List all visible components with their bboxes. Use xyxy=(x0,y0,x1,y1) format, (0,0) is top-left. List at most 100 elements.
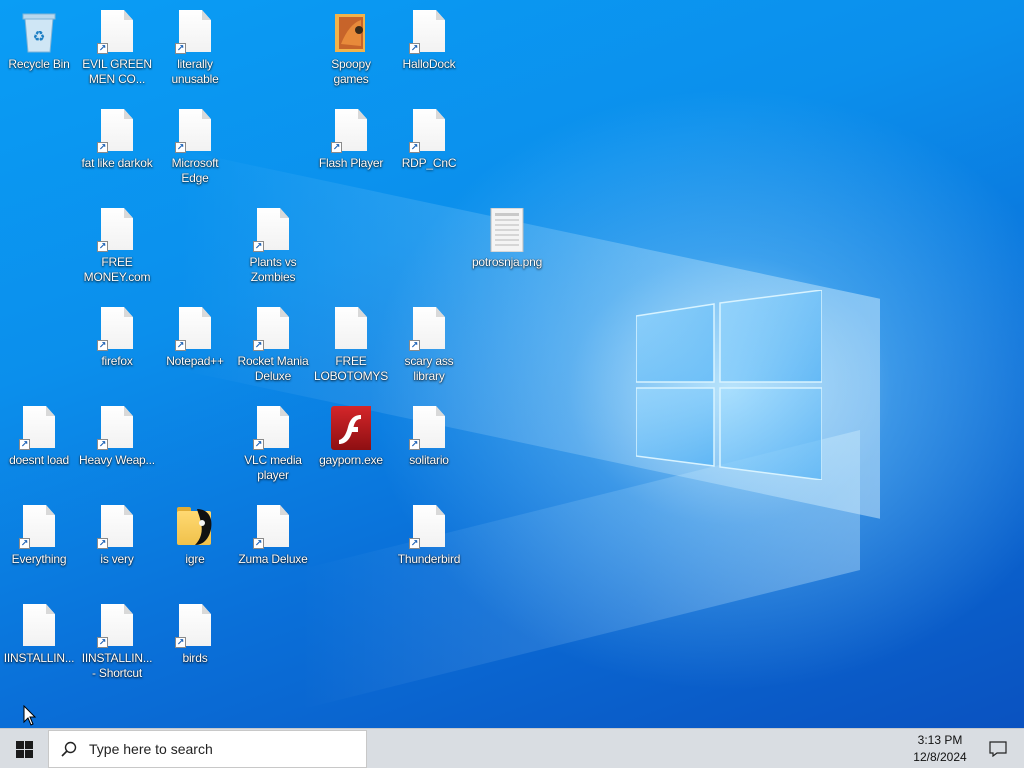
shortcut-arrow-icon: ↗ xyxy=(331,142,342,153)
svg-text:♻: ♻ xyxy=(33,29,46,45)
icon-label: literally unusable xyxy=(171,57,219,86)
icon-label: Notepad++ xyxy=(166,354,224,368)
shortcut-arrow-icon: ↗ xyxy=(175,142,186,153)
icon-label: RDP_CnC xyxy=(401,156,457,170)
shortcut-arrow-icon: ↗ xyxy=(409,43,420,54)
desktop-icon-is-very[interactable]: ↗ is very xyxy=(79,497,155,591)
shortcut-arrow-icon: ↗ xyxy=(409,142,420,153)
clock-date: 12/8/2024 xyxy=(913,750,967,764)
desktop-icon-everything[interactable]: ↗ Everything xyxy=(1,497,77,591)
file-icon xyxy=(335,307,367,349)
desktop-icon-firefox[interactable]: ↗ firefox xyxy=(79,299,155,393)
icon-label: VLC media player xyxy=(244,453,302,482)
icon-label: Zuma Deluxe xyxy=(238,552,308,566)
desktop-icon-installin[interactable]: IINSTALLIN... xyxy=(1,596,77,690)
shortcut-arrow-icon: ↗ xyxy=(97,142,108,153)
desktop-icon-thunderbird[interactable]: ↗ Thunderbird xyxy=(391,497,467,591)
flash-icon xyxy=(331,406,371,450)
desktop-icon-spoopy-games[interactable]: Spoopy games xyxy=(313,2,389,96)
icon-label: HalloDock xyxy=(402,57,456,71)
icon-label: gayporn.exe xyxy=(319,453,383,467)
desktop-icon-literally-unusable[interactable]: ↗ literally unusable xyxy=(157,2,233,96)
icon-label: Everything xyxy=(11,552,67,566)
desktop-icon-scary-ass-library[interactable]: ↗ scary ass library xyxy=(391,299,467,393)
icon-label: Spoopy games xyxy=(331,57,371,86)
search-placeholder: Type here to search xyxy=(89,741,213,757)
desktop-icon-igre[interactable]: igre xyxy=(157,497,233,591)
desktop-icon-doesnt-load[interactable]: ↗ doesnt load xyxy=(1,398,77,492)
desktop-icon-microsoft-edge[interactable]: ↗ Microsoft Edge xyxy=(157,101,233,195)
windows-wallpaper-logo xyxy=(636,290,822,480)
icon-label: IINSTALLIN... - Shortcut xyxy=(81,651,153,680)
action-center-button[interactable] xyxy=(980,729,1016,769)
shortcut-arrow-icon: ↗ xyxy=(253,538,264,549)
desktop-icon-potrosnja[interactable]: potrosnja.png xyxy=(469,200,545,294)
shortcut-arrow-icon: ↗ xyxy=(97,637,108,648)
desktop-icon-recycle-bin[interactable]: ♻ Recycle Bin xyxy=(1,2,77,96)
taskbar: Type here to search 3:13 PM 12/8/2024 xyxy=(0,728,1024,768)
image-file-icon xyxy=(490,208,524,252)
icon-label: is very xyxy=(100,552,134,566)
desktop-icon-free-money[interactable]: ↗ FREE MONEY.com xyxy=(79,200,155,294)
icon-label: Microsoft Edge xyxy=(171,156,219,185)
shortcut-arrow-icon: ↗ xyxy=(409,538,420,549)
shortcut-arrow-icon: ↗ xyxy=(409,340,420,351)
icon-label: IINSTALLIN... xyxy=(3,651,75,665)
desktop-icon-heavy-weap[interactable]: ↗ Heavy Weap... xyxy=(79,398,155,492)
desktop-icon-hallodock[interactable]: ↗ HalloDock xyxy=(391,2,467,96)
icon-label: Flash Player xyxy=(318,156,384,170)
icon-label: FREE MONEY.com xyxy=(83,255,151,284)
icon-label: Rocket Mania Deluxe xyxy=(237,354,309,383)
desktop-icon-zuma-deluxe[interactable]: ↗ Zuma Deluxe xyxy=(235,497,311,591)
desktop-icon-notepad-pp[interactable]: ↗ Notepad++ xyxy=(157,299,233,393)
desktop-icon-fat-like-darkok[interactable]: ↗ fat like darkok xyxy=(79,101,155,195)
shortcut-arrow-icon: ↗ xyxy=(253,241,264,252)
recycle-bin-icon: ♻ xyxy=(22,13,56,53)
taskbar-search-box[interactable]: Type here to search xyxy=(48,730,367,768)
clock-time: 3:13 PM xyxy=(917,733,963,747)
desktop-icon-solitario[interactable]: ↗ solitario xyxy=(391,398,467,492)
icon-label: EVIL GREEN MEN CO... xyxy=(82,57,152,86)
desktop-icon-birds[interactable]: ↗ birds xyxy=(157,596,233,690)
desktop-icon-gayporn-exe[interactable]: gayporn.exe xyxy=(313,398,389,492)
desktop-icon-flash-player[interactable]: ↗ Flash Player xyxy=(313,101,389,195)
icon-label: Thunderbird xyxy=(397,552,461,566)
icon-label: FREE LOBOTOMYS xyxy=(314,354,388,383)
icon-label: potrosnja.png xyxy=(471,255,543,269)
desktop-icon-installin-shortcut[interactable]: ↗ IINSTALLIN... - Shortcut xyxy=(79,596,155,690)
icon-label: igre xyxy=(185,552,205,566)
windows-logo-icon xyxy=(15,740,33,758)
shortcut-arrow-icon: ↗ xyxy=(19,439,30,450)
shortcut-arrow-icon: ↗ xyxy=(409,439,420,450)
mouse-cursor-icon xyxy=(23,705,37,726)
desktop-icon-rocket-mania[interactable]: ↗ Rocket Mania Deluxe xyxy=(235,299,311,393)
icon-label: birds xyxy=(182,651,208,665)
icon-label: solitario xyxy=(409,453,449,467)
shortcut-arrow-icon: ↗ xyxy=(97,241,108,252)
shortcut-arrow-icon: ↗ xyxy=(97,43,108,54)
shortcut-arrow-icon: ↗ xyxy=(97,439,108,450)
shortcut-arrow-icon: ↗ xyxy=(253,439,264,450)
desktop-icon-evil-green[interactable]: ↗ EVIL GREEN MEN CO... xyxy=(79,2,155,96)
search-icon xyxy=(61,741,77,757)
icon-label: firefox xyxy=(101,354,133,368)
desktop-icon-vlc[interactable]: ↗ VLC media player xyxy=(235,398,311,492)
shortcut-arrow-icon: ↗ xyxy=(175,637,186,648)
folder-icon xyxy=(175,505,215,549)
start-button[interactable] xyxy=(0,729,48,769)
icon-label: Heavy Weap... xyxy=(79,453,155,467)
icon-label: doesnt load xyxy=(9,453,69,467)
desktop-icon-rdp-cnc[interactable]: ↗ RDP_CnC xyxy=(391,101,467,195)
icon-label: Plants vs Zombies xyxy=(249,255,297,284)
icon-label: fat like darkok xyxy=(81,156,153,170)
desktop-icon-free-lobotomys[interactable]: FREE LOBOTOMYS xyxy=(313,299,389,393)
shortcut-arrow-icon: ↗ xyxy=(175,43,186,54)
system-clock[interactable]: 3:13 PM 12/8/2024 xyxy=(900,732,980,766)
notification-icon xyxy=(989,741,1007,757)
desktop: ♻ Recycle Bin ↗ EVIL GREEN MEN CO... ↗ l… xyxy=(0,0,1024,728)
desktop-icon-plants-vs-zombies[interactable]: ↗ Plants vs Zombies xyxy=(235,200,311,294)
file-icon xyxy=(23,604,55,646)
shortcut-arrow-icon: ↗ xyxy=(97,340,108,351)
shortcut-arrow-icon: ↗ xyxy=(175,340,186,351)
folder-art-icon xyxy=(335,14,365,52)
